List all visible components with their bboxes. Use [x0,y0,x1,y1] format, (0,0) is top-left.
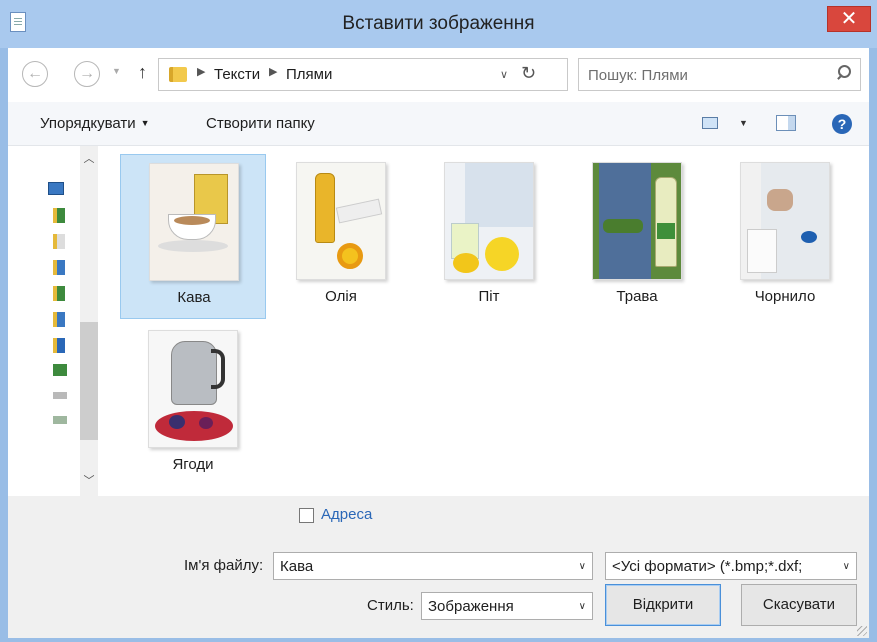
organize-label: Упорядкувати [40,115,136,132]
libraries-icon[interactable] [53,208,65,223]
search-placeholder: Пошук: Плями [588,67,688,84]
file-name: Кава [177,289,211,306]
refresh-icon[interactable]: ↻ [521,63,536,84]
chevron-down-icon[interactable]: ∨ [843,561,850,572]
file-name: Піт [478,288,500,305]
file-type-select[interactable]: <Усі формати> (*.bmp;*.dxf; ∨ [605,552,857,580]
folder-icon[interactable] [53,260,65,275]
address-bar[interactable]: ▶ Тексти ▶ Плями ∨ ↻ [158,58,568,91]
filename-input[interactable]: Кава ∨ [273,552,593,580]
change-view-icon[interactable] [702,117,718,129]
organize-button[interactable]: Упорядкувати ▼ [40,115,150,132]
file-name: Олія [325,288,357,305]
grass-jeans-thumbnail [592,162,682,280]
breadcrumb-separator-icon[interactable]: ▶ [197,65,205,78]
music-icon[interactable] [53,312,65,327]
breadcrumb-separator-icon[interactable]: ▶ [269,65,277,78]
sweat-lemon-thumbnail [444,162,534,280]
drive-icon[interactable] [53,416,67,424]
computer-icon[interactable] [48,182,64,195]
close-button[interactable]: ✕ [827,6,871,32]
search-icon[interactable] [835,65,851,83]
style-value: Зображення [428,598,514,615]
kettle-berries-thumbnail [148,330,238,448]
drive-icon[interactable] [53,392,67,399]
up-arrow-icon[interactable]: ↑ [138,62,147,83]
file-type-value: <Усі формати> (*.bmp;*.dxf; [612,558,803,575]
chevron-down-icon[interactable]: ∨ [579,601,586,612]
back-arrow-icon[interactable]: ← [22,61,48,87]
file-item[interactable]: Піт [416,154,562,319]
title-bar[interactable]: Вставити зображення ✕ [0,0,877,48]
new-folder-button[interactable]: Створити папку [206,115,315,132]
breadcrumb-item[interactable]: Тексти [214,66,260,83]
help-icon[interactable]: ? [832,114,852,134]
network-icon[interactable] [53,364,67,376]
view-options-dropdown-icon[interactable]: ▼ [739,118,748,128]
file-item[interactable]: Чорнило [712,154,858,319]
dropdown-arrow-icon: ▼ [140,118,150,128]
address-checkbox-label[interactable]: Адреса [321,506,372,523]
file-item[interactable]: Олія [268,154,414,319]
pictures-icon[interactable] [53,286,65,301]
style-select[interactable]: Зображення ∨ [421,592,593,620]
file-name: Ягоди [172,456,214,473]
command-bar: Упорядкувати ▼ Створити папку ▼ ? [8,102,869,146]
resize-grip-icon[interactable] [857,626,867,636]
scrollbar-thumb[interactable] [80,322,98,440]
videos-icon[interactable] [53,338,65,353]
file-item[interactable]: Ягоди [120,322,266,487]
breadcrumb-item[interactable]: Плями [286,66,332,83]
filename-value: Кава [280,558,314,575]
scroll-down-chevron-icon[interactable]: ﹀ [80,472,98,488]
filename-label: Ім'я файлу: [184,557,264,574]
forward-arrow-icon[interactable]: → [74,61,100,87]
file-list: Кава Олія Піт Трава Чорнило Ягоди [104,146,869,496]
search-input[interactable]: Пошук: Плями [578,58,861,91]
ink-milk-thumbnail [740,162,830,280]
file-name: Трава [616,288,658,305]
nav-scrollbar[interactable] [80,146,98,496]
dialog-client: ← → ▼ ↑ ▶ Тексти ▶ Плями ∨ ↻ Пошук: Плям… [8,48,869,638]
insert-image-dialog: Вставити зображення ✕ ← → ▼ ↑ ▶ Тексти ▶… [0,0,877,642]
style-label: Стиль: [367,597,414,614]
dialog-title: Вставити зображення [342,13,535,34]
folder-icon [169,67,187,82]
file-name: Чорнило [754,288,816,305]
chevron-down-icon[interactable]: ∨ [579,561,586,572]
recent-locations-chevron-icon[interactable]: ▼ [112,66,121,76]
file-item[interactable]: Трава [564,154,710,319]
cancel-button[interactable]: Скасувати [741,584,857,626]
documents-icon[interactable] [53,234,65,249]
navigation-pane: ︿ ﹀ [8,146,104,496]
dialog-footer: Адреса Ім'я файлу: Кава ∨ <Усі формати> … [8,496,869,638]
coffee-soda-thumbnail [149,163,239,281]
address-dropdown-chevron-icon[interactable]: ∨ [500,68,508,81]
address-checkbox[interactable] [299,508,314,523]
preview-pane-icon[interactable] [776,115,796,131]
scroll-up-chevron-icon[interactable]: ︿ [80,150,98,166]
open-button[interactable]: Відкрити [605,584,721,626]
oil-bottle-thumbnail [296,162,386,280]
address-row: ← → ▼ ↑ ▶ Тексти ▶ Плями ∨ ↻ Пошук: Плям… [8,48,869,102]
file-item[interactable]: Кава [120,154,266,319]
